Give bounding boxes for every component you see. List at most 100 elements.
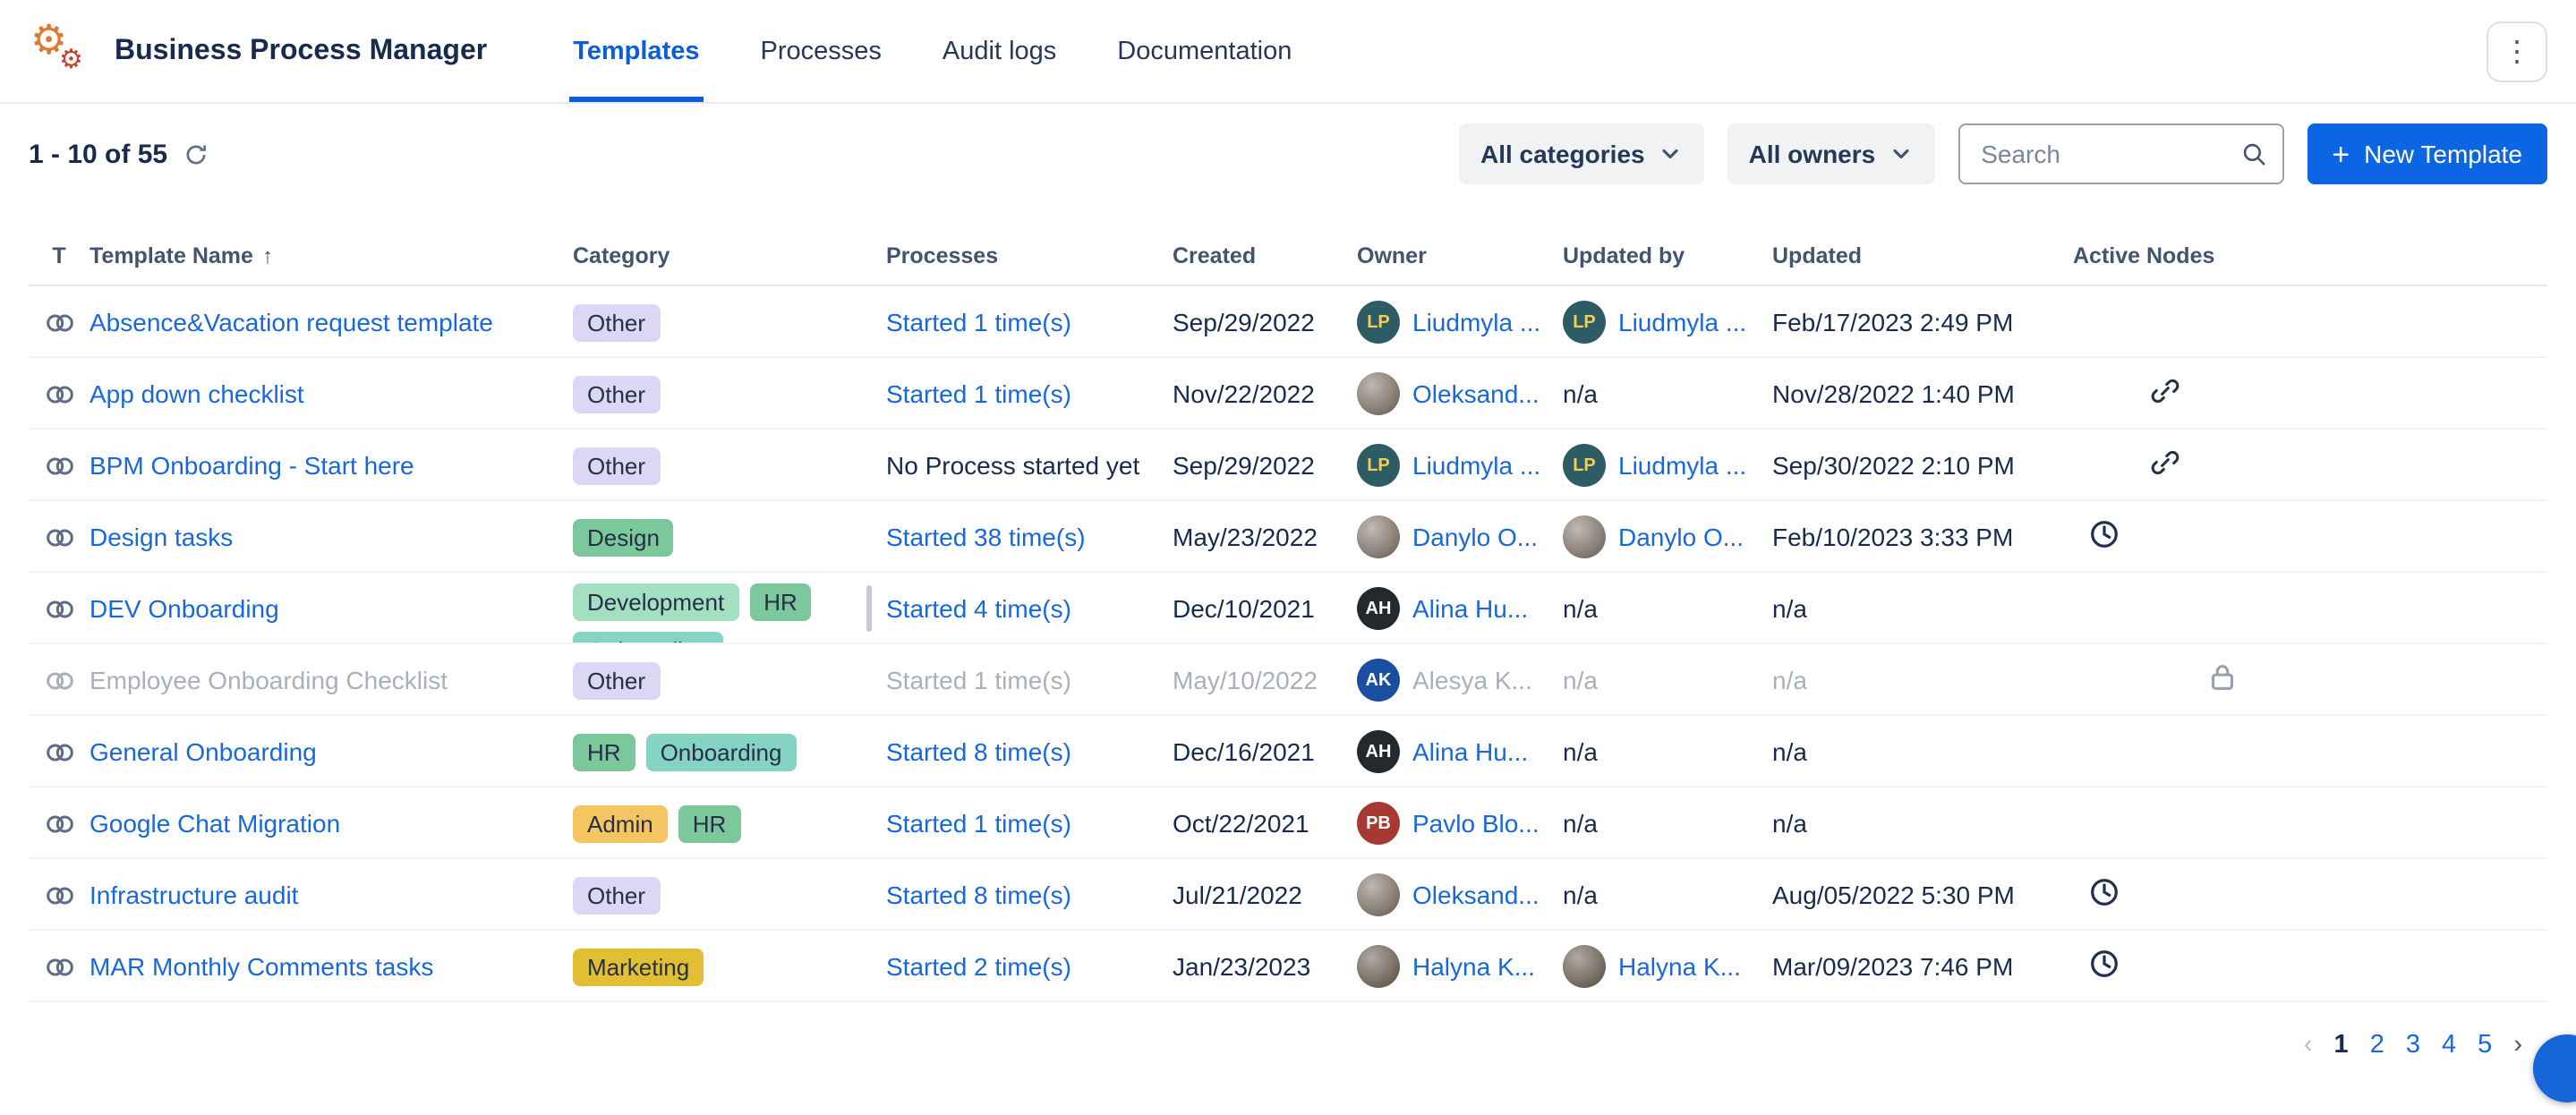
- active-clock-icon: [2087, 875, 2121, 909]
- column-header-active-nodes[interactable]: Active Nodes: [2073, 243, 2547, 268]
- processes-link[interactable]: Started 1 time(s): [886, 379, 1071, 408]
- next-page-button[interactable]: ›: [2513, 1031, 2522, 1060]
- template-name-link[interactable]: BPM Onboarding - Start here: [90, 451, 414, 480]
- refresh-icon[interactable]: [182, 140, 209, 167]
- owner-avatar[interactable]: [1357, 372, 1400, 415]
- page-3[interactable]: 3: [2406, 1031, 2420, 1060]
- updated-by-avatar[interactable]: [1563, 515, 1606, 558]
- owner-avatar[interactable]: AK: [1357, 659, 1400, 702]
- overflow-menu-button[interactable]: ⋮: [2486, 21, 2547, 81]
- tab-documentation[interactable]: Documentation: [1113, 0, 1295, 102]
- owner-link[interactable]: Halyna K...: [1412, 952, 1535, 981]
- processes-link[interactable]: Started 1 time(s): [886, 666, 1071, 694]
- owner-avatar[interactable]: AH: [1357, 587, 1400, 630]
- template-name-link[interactable]: Design tasks: [90, 523, 233, 551]
- owner-avatar[interactable]: [1357, 873, 1400, 916]
- updated-by-cell: n/a: [1563, 594, 1772, 623]
- updated-by-avatar[interactable]: LP: [1563, 301, 1606, 344]
- owner-avatar[interactable]: AH: [1357, 730, 1400, 773]
- template-name-link[interactable]: Google Chat Migration: [90, 809, 340, 838]
- owner-link[interactable]: Alina Hu...: [1412, 594, 1528, 623]
- search-input[interactable]: [1977, 138, 2239, 170]
- page-4[interactable]: 4: [2442, 1031, 2456, 1060]
- processes-link[interactable]: Started 8 time(s): [886, 737, 1071, 766]
- column-header-owner[interactable]: Owner: [1357, 243, 1563, 268]
- owner-avatar[interactable]: [1357, 945, 1400, 988]
- template-name-link[interactable]: Infrastructure audit: [90, 881, 298, 909]
- app-logo-gears-icon: ⚙ ⚙: [29, 19, 93, 83]
- column-header-template-name[interactable]: Template Name↑: [90, 243, 573, 268]
- owner-link[interactable]: Alina Hu...: [1412, 737, 1528, 766]
- updated-by-link[interactable]: Halyna K...: [1618, 952, 1741, 981]
- created-cell: Oct/22/2021: [1173, 809, 1357, 838]
- column-header-processes[interactable]: Processes: [886, 243, 1173, 268]
- updated-by-link[interactable]: Liudmyla ...: [1618, 451, 1746, 480]
- owners-filter-dropdown[interactable]: All owners: [1727, 123, 1935, 184]
- template-name-link[interactable]: DEV Onboarding: [90, 594, 279, 623]
- table-row: Absence&Vacation request template Other …: [29, 286, 2547, 358]
- processes-link[interactable]: Started 2 time(s): [886, 952, 1071, 981]
- template-icon: [42, 592, 76, 626]
- new-template-button[interactable]: + New Template: [2307, 123, 2547, 184]
- updated-by-cell: n/a: [1563, 737, 1772, 766]
- column-header-created[interactable]: Created: [1173, 243, 1357, 268]
- processes-link[interactable]: Started 4 time(s): [886, 594, 1071, 623]
- page-1[interactable]: 1: [2334, 1031, 2349, 1060]
- template-name-link[interactable]: Employee Onboarding Checklist: [90, 666, 448, 694]
- owner-avatar[interactable]: LP: [1357, 444, 1400, 487]
- owner-link[interactable]: Danylo O...: [1412, 523, 1538, 551]
- owners-filter-label: All owners: [1749, 140, 1876, 168]
- processes-link[interactable]: Started 8 time(s): [886, 881, 1071, 909]
- processes-link[interactable]: Started 38 time(s): [886, 523, 1086, 551]
- column-header-category[interactable]: Category: [573, 243, 886, 268]
- categories-filter-dropdown[interactable]: All categories: [1459, 123, 1704, 184]
- owner-avatar[interactable]: PB: [1357, 802, 1400, 845]
- active-nodes-cell: [2073, 660, 2547, 700]
- updated-cell: Feb/17/2023 2:49 PM: [1772, 308, 2073, 336]
- owner-avatar[interactable]: LP: [1357, 301, 1400, 344]
- owner-link[interactable]: Oleksand...: [1412, 379, 1540, 408]
- column-header-type[interactable]: T: [29, 243, 90, 268]
- active-nodes-cell: [2073, 374, 2547, 413]
- owner-link[interactable]: Oleksand...: [1412, 881, 1540, 909]
- category-chip: Other: [573, 661, 660, 699]
- template-name-link[interactable]: App down checklist: [90, 379, 304, 408]
- category-cell-scrollbar[interactable]: [866, 585, 872, 632]
- owner-link[interactable]: Liudmyla ...: [1412, 308, 1540, 336]
- tab-processes[interactable]: Processes: [757, 0, 885, 102]
- templates-table: T Template Name↑ Category Processes Crea…: [0, 227, 2576, 1002]
- tab-audit-logs[interactable]: Audit logs: [939, 0, 1060, 102]
- template-icon: [42, 448, 76, 482]
- app-brand: ⚙ ⚙ Business Process Manager: [29, 0, 487, 102]
- column-header-updated-by[interactable]: Updated by: [1563, 243, 1772, 268]
- template-name-link[interactable]: General Onboarding: [90, 737, 317, 766]
- updated-by-link[interactable]: Danylo O...: [1618, 523, 1744, 551]
- column-header-updated[interactable]: Updated: [1772, 243, 2073, 268]
- active-nodes-cell: [2073, 947, 2547, 986]
- tab-templates[interactable]: Templates: [569, 0, 703, 102]
- processes-link[interactable]: Started 1 time(s): [886, 809, 1071, 838]
- app-title: Business Process Manager: [115, 35, 487, 67]
- owner-avatar[interactable]: [1357, 515, 1400, 558]
- template-name-link[interactable]: Absence&Vacation request template: [90, 308, 493, 336]
- prev-page-button[interactable]: ‹: [2304, 1031, 2313, 1060]
- sort-asc-icon: ↑: [262, 243, 273, 268]
- main-nav: Templates Processes Audit logs Documenta…: [569, 0, 1295, 102]
- updated-by-cell: n/a: [1563, 881, 1772, 909]
- owner-link[interactable]: Alesya K...: [1412, 666, 1532, 694]
- page-2[interactable]: 2: [2370, 1031, 2384, 1060]
- created-cell: Sep/29/2022: [1173, 451, 1357, 480]
- processes-link[interactable]: Started 1 time(s): [886, 308, 1071, 336]
- category-chip: Other: [573, 876, 660, 914]
- page-5[interactable]: 5: [2478, 1031, 2492, 1060]
- updated-by-avatar[interactable]: [1563, 945, 1606, 988]
- pagination: ‹ 1 2 3 4 5 ›: [0, 1002, 2576, 1060]
- template-name-link[interactable]: MAR Monthly Comments tasks: [90, 952, 433, 981]
- updated-by-link[interactable]: Liudmyla ...: [1618, 308, 1746, 336]
- category-chip: Onboarding: [646, 733, 797, 770]
- updated-cell: n/a: [1772, 737, 2073, 766]
- search-icon[interactable]: [2239, 140, 2267, 168]
- owner-link[interactable]: Pavlo Blo...: [1412, 809, 1540, 838]
- updated-by-avatar[interactable]: LP: [1563, 444, 1606, 487]
- owner-link[interactable]: Liudmyla ...: [1412, 451, 1540, 480]
